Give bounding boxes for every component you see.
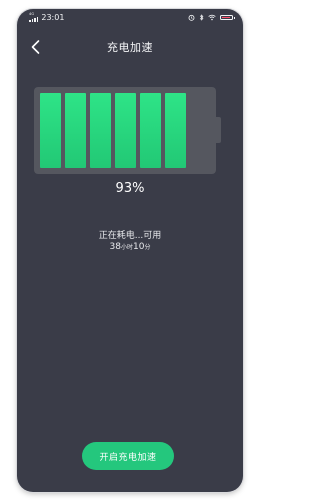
remaining-time: 38小时10分 xyxy=(17,242,243,252)
navigation-bar: 充电加速 xyxy=(17,35,243,59)
battery-cell xyxy=(40,93,61,168)
remaining-hours: 38 xyxy=(109,242,121,252)
bluetooth-icon xyxy=(199,14,204,21)
battery-cell xyxy=(140,93,161,168)
battery-cap xyxy=(216,117,221,143)
phone-screen: 4G 23:01 充电加速 93% 正在耗电...可用 38小时10分 开启充电… xyxy=(17,9,243,492)
charging-status: 正在耗电...可用 xyxy=(98,231,162,241)
battery-cell xyxy=(115,93,136,168)
battery-percent: 93% xyxy=(115,181,145,196)
status-battery-icon xyxy=(220,15,235,20)
signal-icon: 4G xyxy=(29,13,39,22)
alarm-icon xyxy=(188,14,195,21)
battery-graphic xyxy=(34,87,216,174)
status-bar: 4G 23:01 xyxy=(17,9,243,26)
battery-cell xyxy=(165,93,186,168)
battery-cell xyxy=(65,93,86,168)
status-left: 4G 23:01 xyxy=(29,9,64,26)
status-right xyxy=(188,9,235,26)
wifi-icon xyxy=(208,14,216,21)
battery-cells xyxy=(40,93,186,168)
hours-unit: 小时 xyxy=(120,244,133,251)
status-time: 23:01 xyxy=(41,13,65,22)
start-charge-boost-button[interactable]: 开启充电加速 xyxy=(82,442,174,470)
battery-cell xyxy=(90,93,111,168)
page-title: 充电加速 xyxy=(107,41,153,54)
remaining-minutes: 10 xyxy=(133,242,145,252)
minutes-unit: 分 xyxy=(144,244,151,251)
